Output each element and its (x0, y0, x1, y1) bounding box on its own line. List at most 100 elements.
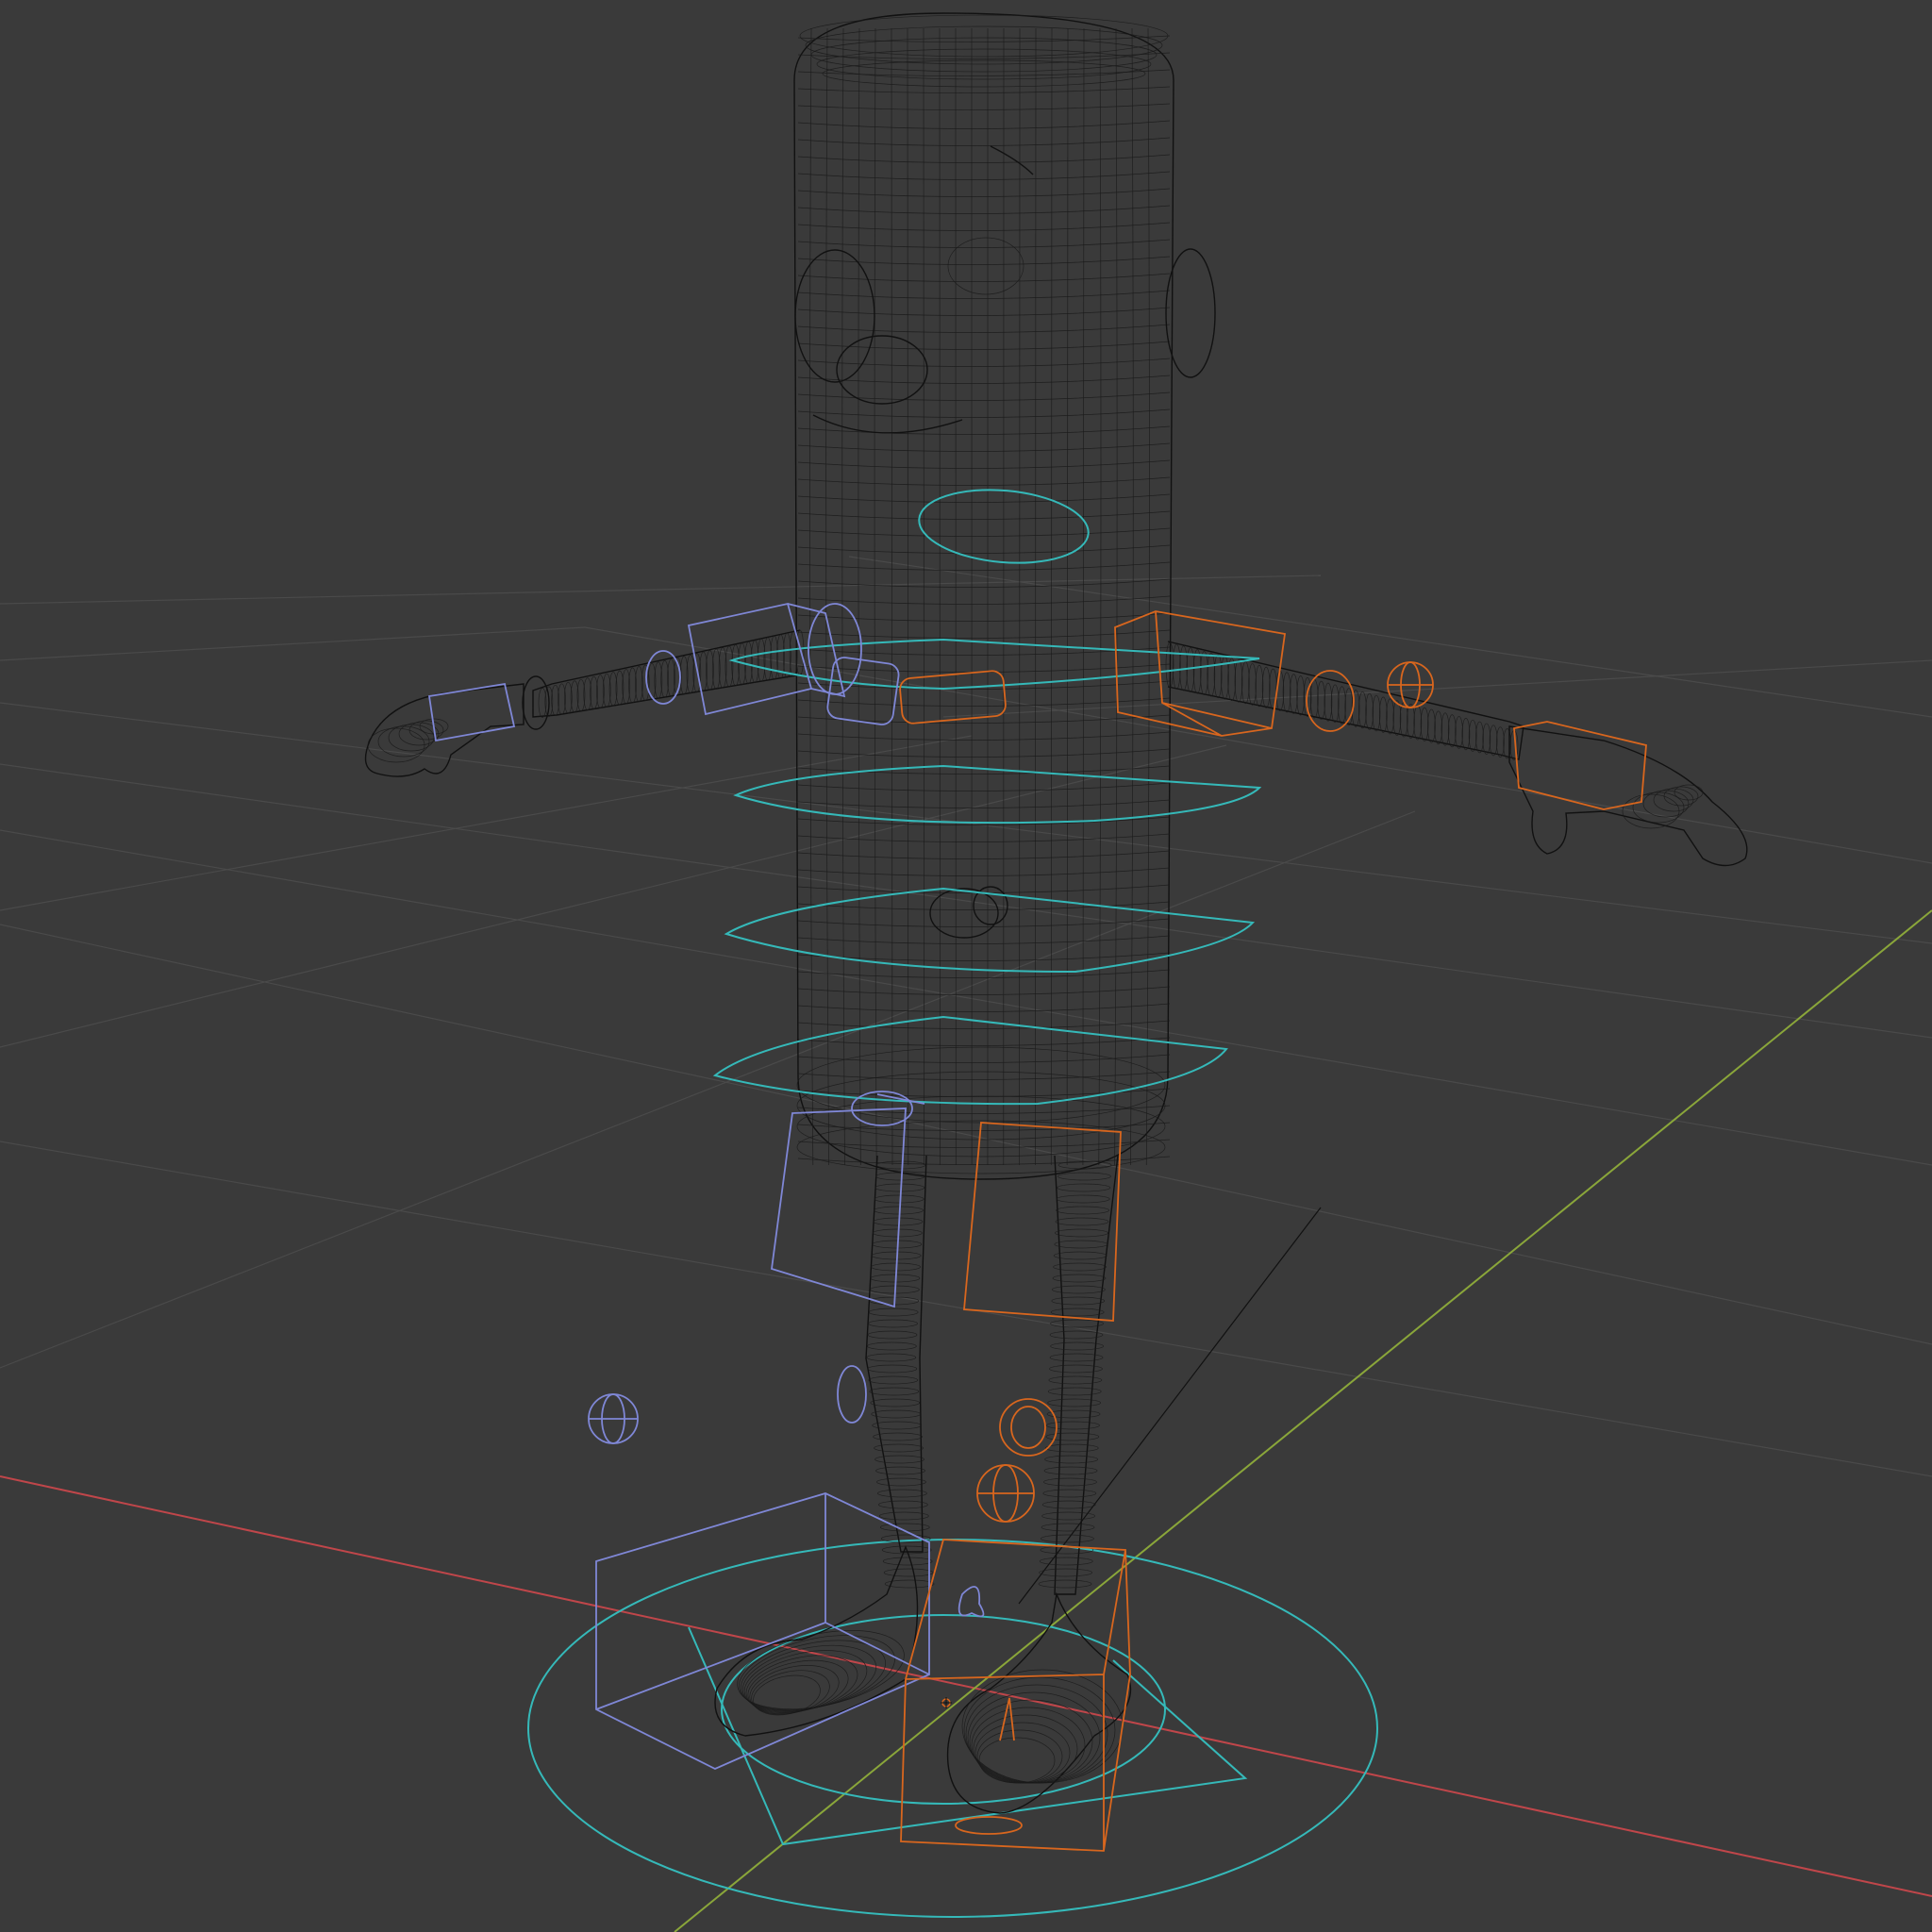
left-leg-ring (871, 1409, 922, 1419)
left-wrist-box[interactable] (427, 682, 516, 742)
left-leg-ring (878, 1500, 928, 1509)
arm-ring (1330, 684, 1340, 724)
spine-upper-control[interactable] (733, 764, 1262, 824)
arm-ring (1372, 694, 1381, 732)
body-meridian (874, 27, 877, 1166)
right-leg-ring (1044, 1455, 1099, 1464)
left-knee-target[interactable] (837, 1365, 867, 1424)
body-ring (797, 459, 1171, 469)
body-ring (797, 748, 1171, 758)
viewport-canvas[interactable] (0, 0, 1932, 1932)
left-foot-roll[interactable] (958, 1586, 985, 1618)
right-leg-ring (1055, 1228, 1108, 1238)
left-leg-ring (877, 1489, 927, 1498)
right-foot-ring (978, 1737, 1056, 1784)
body-ring (797, 510, 1171, 520)
arm-ring (1455, 716, 1463, 749)
body-ring (797, 205, 1171, 214)
body-ring (797, 867, 1171, 876)
body-ring (797, 799, 1171, 808)
arm-ring (1496, 726, 1505, 758)
right-knee-target[interactable] (999, 1398, 1058, 1457)
left-leg-ring (869, 1387, 920, 1396)
left-foot-ik-box[interactable] (595, 1492, 930, 1770)
arm-ring (1227, 658, 1237, 702)
body-ring (797, 324, 1171, 333)
right-leg-ring (1041, 1500, 1096, 1509)
right-heel-control[interactable] (955, 1816, 1023, 1835)
body-meridian (1082, 27, 1086, 1166)
left-leg-ring (870, 1398, 921, 1407)
left-leg-ring (867, 1330, 918, 1340)
right-leg-ring (1039, 1557, 1093, 1566)
3d-viewport[interactable] (0, 0, 1932, 1932)
arm-ring (1234, 659, 1243, 703)
left-leg-ring (874, 1455, 924, 1464)
z-guide-line (1018, 1207, 1322, 1605)
body-ring (797, 86, 1171, 93)
right-side-controls[interactable] (899, 610, 1647, 1852)
root-control-arrow (688, 1626, 1248, 1846)
body-ring (797, 1071, 1171, 1080)
left-leg-ring (867, 1364, 918, 1374)
body-ring (797, 103, 1171, 110)
body-ring (797, 442, 1171, 452)
right-leg-ring (1047, 1398, 1102, 1407)
body-ring (797, 137, 1171, 146)
body-meridian (825, 27, 830, 1166)
legs-wire (866, 1160, 1112, 1589)
left-leg-ring (874, 1443, 924, 1453)
left-leg-ring (874, 1206, 924, 1215)
right-leg-ring (1049, 1330, 1104, 1340)
left-hand (364, 683, 525, 777)
arm-ring (1282, 672, 1291, 713)
body-ring (797, 307, 1171, 316)
left-arm-wire (538, 629, 805, 718)
body-ring (797, 595, 1171, 605)
left-leg-ring (879, 1511, 929, 1521)
left-leg-ring (868, 1375, 919, 1385)
right-leg-ring (1054, 1240, 1108, 1249)
right-leg-ring (1050, 1307, 1105, 1317)
arm-ring (1434, 710, 1443, 745)
body-ring (797, 358, 1171, 367)
body-wire-rings (796, 14, 1171, 1174)
body-ring (797, 646, 1171, 656)
arm-ring (1427, 708, 1436, 743)
grid-line (0, 763, 1932, 1039)
left-leg-ring (883, 1568, 934, 1577)
right-leg-ring (1052, 1285, 1106, 1294)
body-ring (797, 493, 1171, 503)
arm-ring (1461, 717, 1471, 751)
right-knee-target-inner[interactable] (1010, 1406, 1046, 1449)
left-ear (794, 249, 875, 383)
right-leg-ring (1056, 1194, 1110, 1204)
hand-ring (388, 724, 435, 752)
left-leg-ring (868, 1307, 919, 1317)
left-side-controls[interactable] (427, 602, 985, 1770)
right-leg-ring (1042, 1489, 1097, 1498)
body-ring (797, 629, 1171, 639)
body-meridian (809, 27, 814, 1166)
right-leg-ring (1053, 1251, 1108, 1260)
right-leg-ring (1057, 1183, 1111, 1192)
right-leg-ring (1055, 1217, 1109, 1226)
grid-line (942, 659, 1932, 718)
brow (990, 145, 1034, 175)
body-meridian (858, 27, 861, 1166)
left-leg-ring (874, 1183, 925, 1192)
body-meridian (1050, 27, 1053, 1166)
arm-ring (1482, 723, 1491, 755)
grid-line (0, 626, 586, 661)
arm-ring (1241, 661, 1250, 705)
right-leg-ring (1058, 1172, 1111, 1181)
right-leg-ring (1050, 1319, 1104, 1328)
body-ring (797, 375, 1171, 384)
origin-icon (941, 1697, 952, 1708)
arm-ring (1413, 705, 1423, 741)
body-ring (797, 69, 1171, 76)
body-ring (797, 850, 1171, 859)
nose (836, 335, 928, 405)
right-wrist-box[interactable] (1513, 721, 1647, 810)
grid-line (848, 556, 1932, 718)
